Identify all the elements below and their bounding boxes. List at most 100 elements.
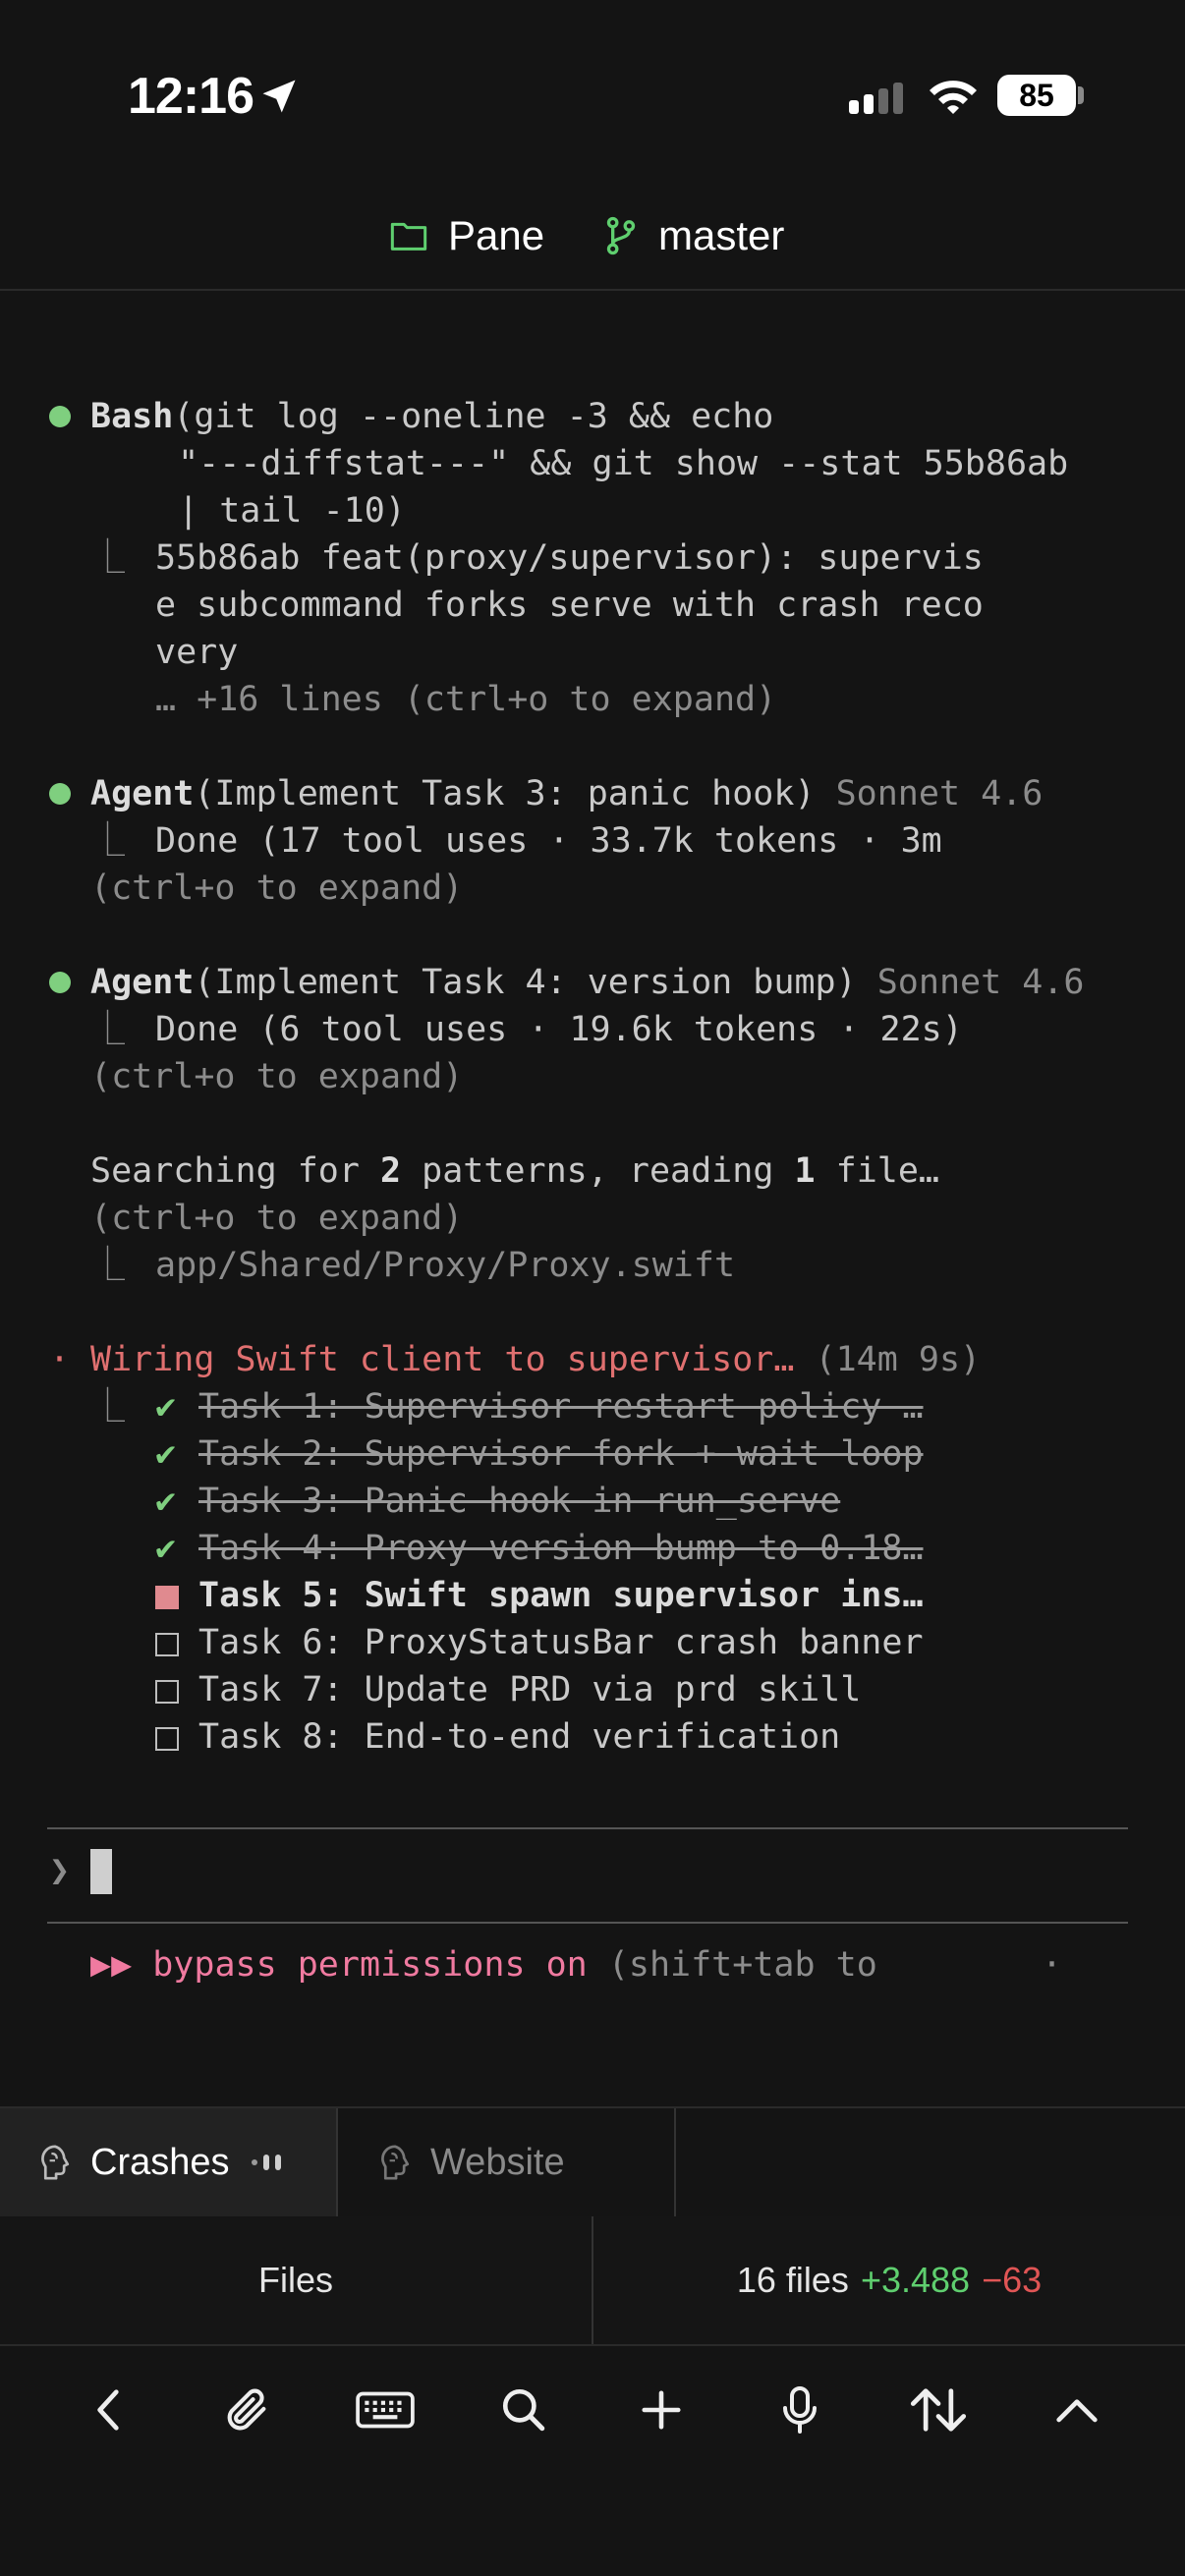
battery-level: 85 <box>997 75 1076 116</box>
status-dot <box>49 406 71 427</box>
tree-branch-glyph: ⎿ <box>90 1246 126 1285</box>
search-icon <box>502 2388 544 2432</box>
agent-result: Done (6 tool uses · 19.6k tokens · 22s) <box>155 1010 963 1049</box>
keyboard-toolbar <box>0 2346 1185 2474</box>
battery-tip <box>1078 86 1084 104</box>
task-label: Task 2: Supervisor fork + wait loop <box>198 1434 924 1474</box>
progress-title: Wiring Swift client to supervisor… <box>90 1340 795 1379</box>
command-text: "---diffstat---" && git show --stat 55b8… <box>157 444 1069 483</box>
file-count: 16 files <box>736 2260 849 2300</box>
output-line: 55b86ab feat(proxy/supervisor): supervis <box>155 538 984 578</box>
paperclip-icon <box>227 2388 266 2431</box>
task-label: Task 4: Proxy version bump to 0.18… <box>198 1529 924 1568</box>
task-check-icon: ✔ <box>155 1387 177 1427</box>
model-name: Sonnet 4.6 <box>835 774 1044 813</box>
pattern-count: 2 <box>380 1151 402 1191</box>
task-label: Task 8: End-to-end verification <box>198 1717 841 1757</box>
task-check-icon: ✔ <box>155 1529 177 1568</box>
wifi-icon <box>930 81 977 114</box>
status-dot <box>49 972 71 993</box>
command-text: | tail -10) <box>157 491 406 531</box>
task-label: Task 5: Swift spawn supervisor ins… <box>198 1576 924 1615</box>
lines-added: +3.488 <box>860 2260 971 2300</box>
dictation-button[interactable] <box>761 2371 839 2449</box>
microphone-icon <box>783 2386 818 2434</box>
cellular-signal-icon <box>849 83 903 114</box>
git-branch-icon <box>606 216 636 255</box>
status-bar: 12:16 85 <box>0 0 1185 187</box>
expand-hint[interactable]: (ctrl+o to expand) <box>90 865 463 912</box>
search-text: patterns, reading <box>401 1151 795 1191</box>
command-text: (git log --oneline -3 && echo <box>173 397 774 436</box>
expand-hint[interactable]: (ctrl+o to expand) <box>90 1053 463 1100</box>
bash-command-line: Bash(git log --oneline -3 && echo <box>90 393 773 440</box>
text-cursor[interactable] <box>90 1849 112 1894</box>
keyboard-button[interactable] <box>346 2371 424 2449</box>
expand-hint[interactable]: (ctrl+o to expand) <box>90 1195 463 1242</box>
permission-mode-line[interactable]: ▶▶ bypass permissions on (shift+tab to <box>90 1941 877 1988</box>
search-button[interactable] <box>484 2371 563 2449</box>
location-arrow-icon <box>262 80 296 113</box>
tree-branch-glyph: ⎿ <box>90 538 126 578</box>
back-button[interactable] <box>69 2371 147 2449</box>
plus-icon <box>642 2390 681 2430</box>
model-name: Sonnet 4.6 <box>876 963 1085 1002</box>
branch-selector[interactable]: master <box>603 212 784 259</box>
task-label: Task 3: Panic hook in run_serve <box>198 1482 841 1521</box>
agent-args: (Implement Task 3: panic hook) <box>194 774 816 813</box>
task-check-icon: ✔ <box>155 1434 177 1474</box>
task-label: Task 1: Supervisor restart policy … <box>198 1387 924 1427</box>
diff-summary-button[interactable]: 16 files +3.488 −63 <box>593 2216 1185 2344</box>
agent-result: Done (17 tool uses · 33.7k tokens · 3m <box>155 821 942 861</box>
tool-name: Bash <box>90 397 174 436</box>
prompt-divider-top <box>47 1827 1128 1829</box>
chevron-up-icon <box>1055 2399 1098 2423</box>
tab-website[interactable]: Website <box>340 2108 676 2216</box>
session-tabs: Crashes Website <box>0 2106 1185 2218</box>
task-label: Task 6: ProxyStatusBar crash banner <box>198 1623 924 1662</box>
brain-head-icon <box>41 2145 70 2180</box>
brain-head-icon <box>381 2145 410 2180</box>
sort-button[interactable] <box>899 2371 978 2449</box>
task-checkbox-icon <box>155 1666 179 1713</box>
mode-hint: (shift+tab to <box>607 1945 877 1985</box>
tree-branch-glyph: ⎿ <box>90 1387 126 1427</box>
tab-crashes[interactable]: Crashes <box>0 2108 338 2216</box>
search-text: Searching for <box>90 1151 381 1191</box>
agent-args: (Implement Task 4: version bump) <box>194 963 857 1002</box>
agent-line: Agent(Implement Task 3: panic hook) Sonn… <box>90 770 1043 817</box>
progress-title-line: Wiring Swift client to supervisor… (14m … <box>90 1336 981 1383</box>
project-name: Pane <box>448 212 545 258</box>
files-button[interactable]: Files <box>0 2216 593 2344</box>
tree-branch-glyph: ⎿ <box>90 821 126 861</box>
mode-text: bypass permissions on <box>152 1945 588 1985</box>
output-line: very <box>155 633 239 672</box>
collapse-button[interactable] <box>1038 2371 1116 2449</box>
tree-branch-glyph: ⎿ <box>90 1010 126 1049</box>
task-checkbox-icon <box>155 1713 179 1761</box>
file-path: app/Shared/Proxy/Proxy.swift <box>155 1246 736 1285</box>
mode-arrows: ▶▶ <box>90 1945 133 1985</box>
spinner-dot: · <box>49 1340 71 1379</box>
tab-label: Crashes <box>90 2141 230 2183</box>
lines-removed: −63 <box>982 2260 1043 2300</box>
chevron-left-icon <box>97 2389 120 2431</box>
tab-label: Website <box>430 2141 565 2183</box>
task-check-icon: ✔ <box>155 1482 177 1521</box>
task-checkbox-icon <box>155 1619 179 1666</box>
expand-hint[interactable]: … +16 lines (ctrl+o to expand) <box>155 676 776 723</box>
keyboard-icon <box>356 2391 415 2429</box>
new-session-button[interactable] <box>622 2371 701 2449</box>
tool-name: Agent <box>90 774 195 813</box>
search-status: Searching for 2 patterns, reading 1 file… <box>90 1148 939 1195</box>
clock: 12:16 <box>128 68 254 125</box>
folder-icon <box>390 222 427 251</box>
search-text: file… <box>815 1151 939 1191</box>
output-line: e subcommand forks serve with crash reco <box>155 586 984 625</box>
arrows-up-down-icon <box>910 2388 966 2432</box>
project-selector[interactable]: Pane <box>389 212 544 259</box>
file-count: 1 <box>794 1151 816 1191</box>
elapsed-time: (14m 9s) <box>815 1340 982 1379</box>
attach-button[interactable] <box>207 2371 286 2449</box>
task-label: Task 7: Update PRD via prd skill <box>198 1670 862 1709</box>
